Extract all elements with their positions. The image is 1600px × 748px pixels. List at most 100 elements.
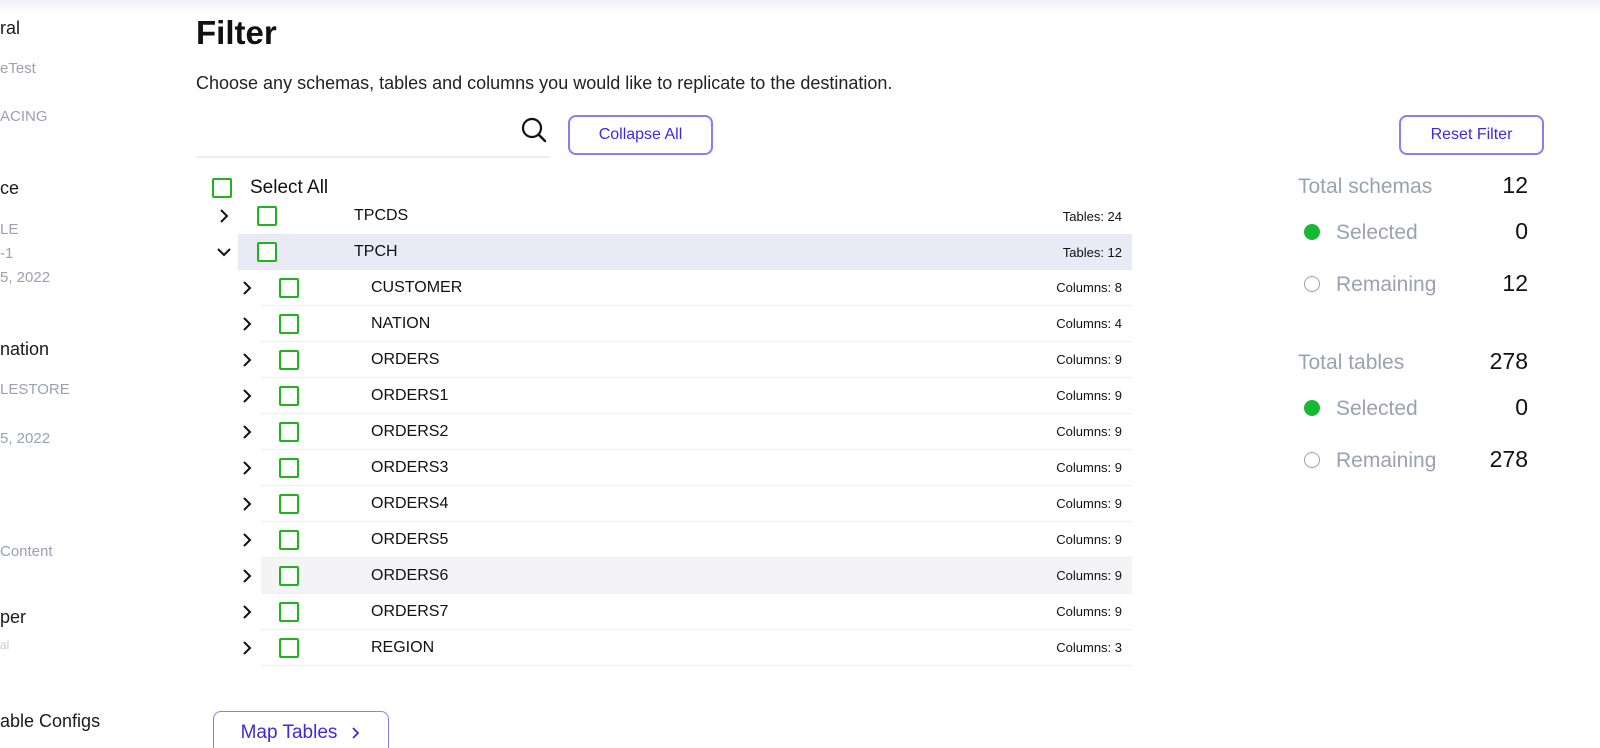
schema-name: TPCDS [354,207,409,224]
reset-filter-button[interactable]: Reset Filter [1399,115,1544,155]
chevron-right-icon[interactable] [239,532,255,548]
remaining-tables-label: Remaining [1336,449,1437,472]
chevron-right-icon[interactable] [239,424,255,440]
column-count: Columns: 9 [1056,424,1122,439]
chevron-right-icon[interactable] [216,208,232,224]
sidebar-subtext: eTest [0,60,36,77]
chevron-right-icon[interactable] [239,604,255,620]
table-checkbox[interactable] [279,277,299,298]
column-count: Columns: 9 [1056,496,1122,511]
sidebar-subtext: -1 [0,245,14,262]
column-count: Columns: 8 [1056,280,1122,295]
table-row[interactable]: ORDERS4 Columns: 9 [243,486,1132,522]
table-checkbox[interactable] [279,601,299,622]
collapse-all-button[interactable]: Collapse All [568,115,713,155]
remaining-tables-value: 278 [1489,446,1528,472]
search-bar [196,112,550,158]
chevron-down-icon[interactable] [216,244,232,260]
schema-name: TPCH [354,243,398,260]
table-checkbox[interactable] [279,313,299,334]
table-name: ORDERS4 [371,494,449,512]
chevron-right-icon[interactable] [239,316,255,332]
table-row[interactable]: NATION Columns: 4 [243,306,1132,342]
selected-dot-icon [1304,224,1320,240]
total-tables-value: 278 [1489,348,1528,374]
table-checkbox[interactable] [279,493,299,514]
chevron-right-icon[interactable] [239,388,255,404]
table-row[interactable]: ORDERS6 Columns: 9 [243,558,1132,594]
map-tables-label: Map Tables [240,722,338,743]
remaining-schemas-value: 12 [1502,270,1528,296]
table-row[interactable]: REGION Columns: 3 [243,630,1132,666]
sidebar-item-content[interactable]: Content [0,543,53,560]
select-all-checkbox[interactable] [212,178,232,198]
table-checkbox[interactable] [279,457,299,478]
table-count: Tables: 24 [1062,208,1122,224]
remaining-dot-icon [1304,452,1320,468]
page-title: Filter [196,14,277,51]
sidebar-item-destination[interactable]: nation [0,339,49,360]
table-name: ORDERS5 [371,530,449,548]
table-checkbox[interactable] [279,529,299,550]
table-name: ORDERS1 [371,386,449,404]
table-name: NATION [371,314,431,332]
column-count: Columns: 9 [1056,568,1122,583]
sidebar-item-source[interactable]: ce [0,178,19,199]
total-tables-label: Total tables [1298,351,1405,374]
chevron-right-icon[interactable] [239,568,255,584]
top-shadow [0,0,1600,12]
search-icon[interactable] [520,116,548,144]
total-schemas-value: 12 [1502,172,1528,198]
map-tables-button[interactable]: Map Tables [213,711,389,748]
selected-tables-value: 0 [1515,394,1528,420]
table-row[interactable]: ORDERS Columns: 9 [243,342,1132,378]
chevron-right-icon[interactable] [239,280,255,296]
chevron-right-icon[interactable] [239,352,255,368]
sidebar-subtext: LESTORE [0,381,70,398]
column-count: Columns: 9 [1056,604,1122,619]
select-all-label: Select All [250,177,329,198]
table-checkbox[interactable] [279,637,299,658]
select-all-row: Select All [212,177,328,199]
table-name: CUSTOMER [371,278,463,296]
column-count: Columns: 9 [1056,352,1122,367]
table-row[interactable]: ORDERS3 Columns: 9 [243,450,1132,486]
table-name: REGION [371,638,435,656]
schema-row-tpcds[interactable]: TPCDS Tables: 24 [220,198,1132,234]
schema-checkbox[interactable] [257,206,277,226]
chevron-right-icon[interactable] [239,496,255,512]
remaining-schemas-label: Remaining [1336,273,1437,296]
table-checkbox[interactable] [279,349,299,370]
sidebar-subtext: 5, 2022 [0,269,51,286]
table-row[interactable]: CUSTOMER Columns: 8 [243,270,1132,306]
table-row[interactable]: ORDERS1 Columns: 9 [243,378,1132,414]
column-count: Columns: 3 [1056,640,1122,655]
chevron-right-icon[interactable] [239,640,255,656]
chevron-right-icon[interactable] [239,460,255,476]
table-count: Tables: 12 [1062,244,1122,260]
table-checkbox[interactable] [279,421,299,442]
selected-schemas-value: 0 [1515,218,1528,244]
table-checkbox[interactable] [279,565,299,586]
table-name: ORDERS3 [371,458,449,476]
table-row[interactable]: ORDERS5 Columns: 9 [243,522,1132,558]
selected-schemas-label: Selected [1336,221,1418,244]
search-input[interactable] [196,112,506,156]
table-name: ORDERS2 [371,422,449,440]
selected-dot-icon [1304,400,1320,416]
table-checkbox[interactable] [279,385,299,406]
schema-row-tpch[interactable]: TPCH Tables: 12 [217,234,1132,270]
page-description: Choose any schemas, tables and columns y… [196,73,893,93]
table-row[interactable]: ORDERS2 Columns: 9 [243,414,1132,450]
sidebar-item-general[interactable]: ral [0,18,20,39]
table-row[interactable]: ORDERS7 Columns: 9 [243,594,1132,630]
table-name: ORDERS7 [371,602,449,620]
table-name: ORDERS [371,350,440,368]
sidebar: ral eTest ACING ce LE -1 5, 2022 nation … [0,0,180,748]
sidebar-item-table-configs[interactable]: able Configs [0,711,100,732]
schema-checkbox[interactable] [257,242,277,262]
sidebar-item-mapper[interactable]: per [0,607,26,628]
remaining-dot-icon [1304,276,1320,292]
selected-tables-label: Selected [1336,397,1418,420]
chevron-right-icon [352,727,360,739]
